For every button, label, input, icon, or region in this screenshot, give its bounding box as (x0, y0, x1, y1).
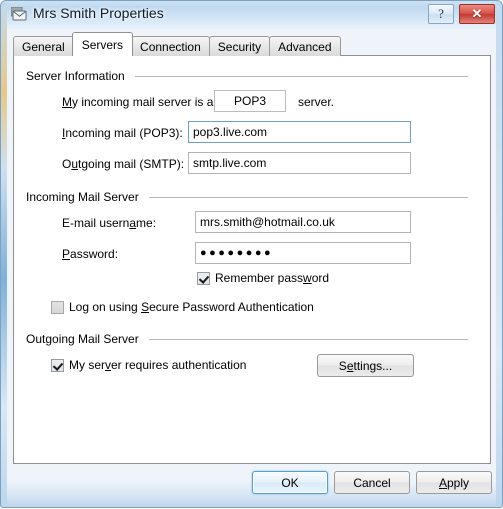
remember-password-label-text2: ord (311, 271, 330, 285)
group-rule (148, 338, 468, 340)
remember-password-label-accel: w (303, 271, 312, 285)
properties-dialog-window: Mrs Smith Properties ? ✕ General Servers… (0, 0, 503, 508)
tab-strip: General Servers Connection Security Adva… (13, 32, 341, 56)
tab-servers[interactable]: Servers (71, 32, 134, 56)
group-rule (148, 196, 468, 198)
close-icon: ✕ (471, 6, 483, 21)
requires-auth-text2: er requires authentication (111, 358, 247, 372)
spa-label-accel: S (141, 300, 150, 314)
password-label: Password: (62, 247, 118, 261)
help-icon: ? (438, 6, 444, 21)
remember-password-label-text1: Remember pass (215, 271, 304, 285)
email-username-value: mrs.smith@hotmail.co.uk (200, 215, 335, 229)
help-button[interactable]: ? (428, 4, 454, 24)
checkbox-box-checked (51, 358, 64, 372)
server-type-label: My incoming mail server is a (62, 95, 213, 109)
window-title: Mrs Smith Properties (33, 5, 164, 21)
apply-button[interactable]: Apply (416, 471, 492, 494)
incoming-mail-label: Incoming mail (POP3): (62, 126, 183, 140)
tab-advanced[interactable]: Advanced (269, 36, 341, 56)
settings-label-text1: S (338, 358, 347, 373)
settings-button[interactable]: Settings... (317, 354, 414, 377)
title-bar[interactable]: Mrs Smith Properties ? ✕ (1, 1, 503, 29)
spa-label-text2: ecure Password Authentication (149, 300, 314, 314)
apply-button-label: Apply (439, 476, 469, 490)
password-input[interactable]: ●●●●●●●● (195, 242, 411, 264)
cancel-button[interactable]: Cancel (334, 471, 410, 494)
outgoing-mail-label-text2: tgoing mail (SMTP): (78, 157, 185, 171)
dialog-client-area: General Servers Connection Security Adva… (9, 29, 496, 481)
tab-security[interactable]: Security (208, 36, 271, 56)
email-username-label-text2: me: (136, 216, 157, 230)
settings-label-text2: ttings... (353, 358, 393, 373)
tab-servers-label: Servers (81, 37, 124, 52)
group-outgoing-mail-server-header: Outgoing Mail Server (26, 331, 480, 347)
spa-label-text1: Log on using (69, 300, 142, 314)
tab-security-label: Security (217, 39, 262, 54)
server-type-field[interactable]: POP3 (214, 90, 286, 112)
group-server-information-header: Server Information (26, 68, 480, 84)
remember-password-checkbox[interactable]: Remember password (197, 271, 329, 285)
ok-button[interactable]: OK (252, 471, 328, 494)
remember-password-label: Remember password (215, 271, 329, 285)
tab-connection-label: Connection (140, 39, 201, 54)
outgoing-mail-label-text1: O (62, 157, 72, 171)
email-username-input[interactable]: mrs.smith@hotmail.co.uk (195, 211, 411, 233)
close-button[interactable]: ✕ (459, 4, 495, 24)
incoming-mail-input[interactable]: pop3.live.com (188, 121, 411, 143)
email-username-label-text1: E-mail usern (62, 216, 130, 230)
secure-password-auth-label: Log on using Secure Password Authenticat… (69, 300, 314, 314)
server-type-suffix-label: server. (298, 95, 335, 109)
cancel-button-label: Cancel (353, 475, 391, 490)
incoming-mail-value: pop3.live.com (193, 125, 268, 139)
incoming-mail-label-text: ncoming mail (POP3): (65, 126, 183, 140)
requires-authentication-label: My server requires authentication (69, 358, 246, 372)
settings-label-accel: e (346, 358, 354, 373)
tab-advanced-label: Advanced (278, 39, 332, 54)
group-outgoing-mail-server-title: Outgoing Mail Server (26, 332, 139, 346)
tab-general-label: General (22, 39, 65, 54)
tab-general[interactable]: General (13, 36, 74, 56)
server-type-value: POP3 (233, 94, 266, 108)
mail-account-icon (10, 6, 27, 22)
requires-authentication-checkbox[interactable]: My server requires authentication (51, 358, 246, 372)
password-label-text: assword: (70, 247, 119, 261)
window-left-edge (1, 1, 7, 507)
password-label-accel: P (62, 247, 71, 261)
apply-label-text: pply (447, 475, 470, 490)
outgoing-mail-label: Outgoing mail (SMTP): (62, 157, 184, 171)
server-type-label-accel: M (62, 95, 72, 109)
checkbox-box-checked (197, 271, 210, 285)
servers-tab-panel: Server Information My incoming mail serv… (13, 55, 491, 464)
outgoing-mail-value: smtp.live.com (193, 156, 267, 170)
group-incoming-mail-server-header: Incoming Mail Server (26, 189, 480, 205)
tab-connection[interactable]: Connection (131, 36, 210, 56)
group-server-information-title: Server Information (26, 69, 125, 83)
ok-button-label: OK (281, 475, 299, 490)
email-username-label: E-mail username: (62, 216, 156, 230)
window-right-edge (496, 1, 502, 507)
apply-label-accel: A (438, 475, 447, 490)
secure-password-auth-checkbox[interactable]: Log on using Secure Password Authenticat… (51, 300, 314, 314)
group-rule (134, 75, 468, 77)
outgoing-mail-input[interactable]: smtp.live.com (188, 152, 411, 174)
group-incoming-mail-server-title: Incoming Mail Server (26, 190, 139, 204)
checkbox-box-unchecked (51, 300, 64, 314)
requires-auth-text1: My ser (69, 358, 105, 372)
password-value: ●●●●●●●● (200, 246, 274, 259)
settings-button-label: Settings... (339, 359, 392, 373)
server-type-label-text: y incoming mail server is a (72, 95, 214, 109)
